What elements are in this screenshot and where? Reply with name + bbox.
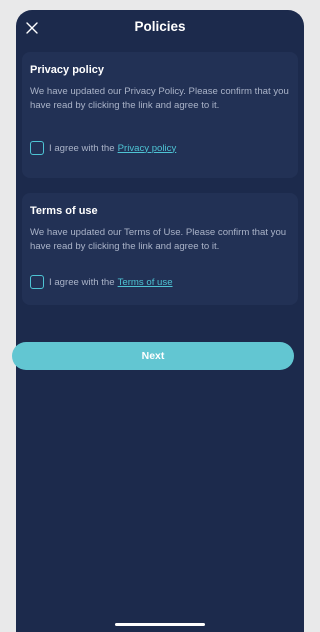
privacy-policy-title: Privacy policy (30, 64, 104, 76)
terms-agree-row[interactable]: I agree with the Terms of use (30, 275, 173, 289)
privacy-agree-row[interactable]: I agree with the Privacy policy (30, 141, 176, 155)
privacy-checkbox[interactable] (30, 141, 44, 155)
privacy-policy-link[interactable]: Privacy policy (118, 143, 177, 154)
terms-of-use-description: We have updated our Terms of Use. Please… (30, 227, 287, 252)
privacy-agree-label: I agree with the (49, 142, 115, 154)
terms-agree-label: I agree with the (49, 276, 115, 288)
terms-of-use-title: Terms of use (30, 205, 98, 217)
terms-of-use-card: Terms of use We have updated our Terms o… (22, 193, 298, 305)
home-indicator (115, 623, 205, 626)
next-button[interactable]: Next (12, 342, 294, 370)
privacy-policy-description: We have updated our Privacy Policy. Plea… (30, 86, 289, 111)
terms-checkbox[interactable] (30, 275, 44, 289)
header: Policies (16, 10, 304, 46)
app-screen: Policies Privacy policy We have updated … (16, 10, 304, 632)
page-title: Policies (134, 19, 186, 34)
terms-of-use-link[interactable]: Terms of use (118, 277, 173, 288)
privacy-policy-card: Privacy policy We have updated our Priva… (22, 52, 298, 178)
